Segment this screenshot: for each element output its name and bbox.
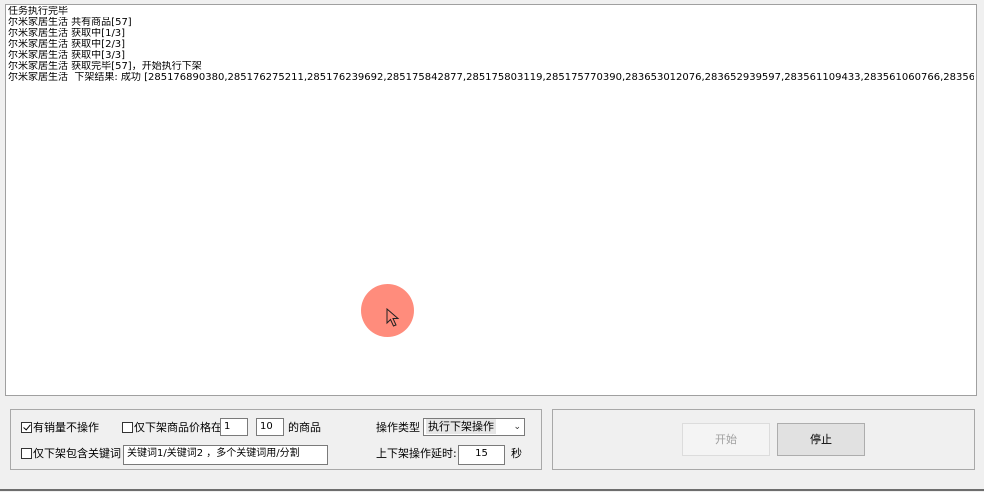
log-line: 尔米家居生活 获取中[1/3] <box>8 28 126 39</box>
log-line: 尔米家居生活 获取完毕[57]，开始执行下架 <box>8 61 202 72</box>
cursor-arrow-icon <box>386 308 400 327</box>
delay-label: 上下架操作延时: <box>376 447 457 460</box>
price-min-input[interactable]: 1 <box>220 418 248 436</box>
keyword-input[interactable]: 关键词1/关键词2 ，多个关键词用/分割 <box>123 445 328 465</box>
checkbox-box[interactable] <box>21 448 32 459</box>
op-type-value: 执行下架操作 <box>426 419 496 434</box>
op-type-select[interactable]: 执行下架操作 ⌄ <box>423 418 525 436</box>
price-range-label: 仅下架商品价格在 <box>134 421 222 434</box>
start-button[interactable]: 开始 <box>682 423 770 456</box>
keyword-label: 仅下架包含关键词 <box>33 447 121 460</box>
log-line: 任务执行完毕 <box>8 6 68 17</box>
stop-button[interactable]: 停止 <box>777 423 865 456</box>
delay-input[interactable]: 15 <box>458 445 505 465</box>
action-group: 开始 停止 <box>552 409 975 470</box>
price-max-input[interactable]: 10 <box>256 418 284 436</box>
log-output[interactable]: 任务执行完毕 尔米家居生活 共有商品[57] 尔米家居生活 获取中[1/3] 尔… <box>5 4 977 396</box>
keyword-checkbox[interactable]: 仅下架包含关键词 <box>21 447 121 461</box>
price-range-checkbox[interactable]: 仅下架商品价格在 <box>122 421 222 435</box>
op-type-label: 操作类型 <box>376 421 420 434</box>
delay-unit-label: 秒 <box>511 447 522 460</box>
no-sales-checkbox[interactable]: 有销量不操作 <box>21 421 99 435</box>
checkbox-box[interactable] <box>122 422 133 433</box>
filter-options-group: 有销量不操作 仅下架商品价格在 1 10 的商品 操作类型 执行下架操作 ⌄ 仅… <box>10 409 542 470</box>
window-bottom-border <box>0 489 984 491</box>
checkbox-box[interactable] <box>21 422 32 433</box>
chevron-down-icon[interactable]: ⌄ <box>513 420 521 435</box>
price-suffix-label: 的商品 <box>288 421 321 434</box>
log-line: 尔米家居生活 共有商品[57] <box>8 17 132 28</box>
log-line: 尔米家居生活 获取中[2/3] <box>8 39 126 50</box>
no-sales-label: 有销量不操作 <box>33 421 99 434</box>
log-line: 尔米家居生活 获取中[3/3] <box>8 50 126 61</box>
log-line: 尔米家居生活 下架结果: 成功 [285176890380,2851762752… <box>8 72 974 83</box>
